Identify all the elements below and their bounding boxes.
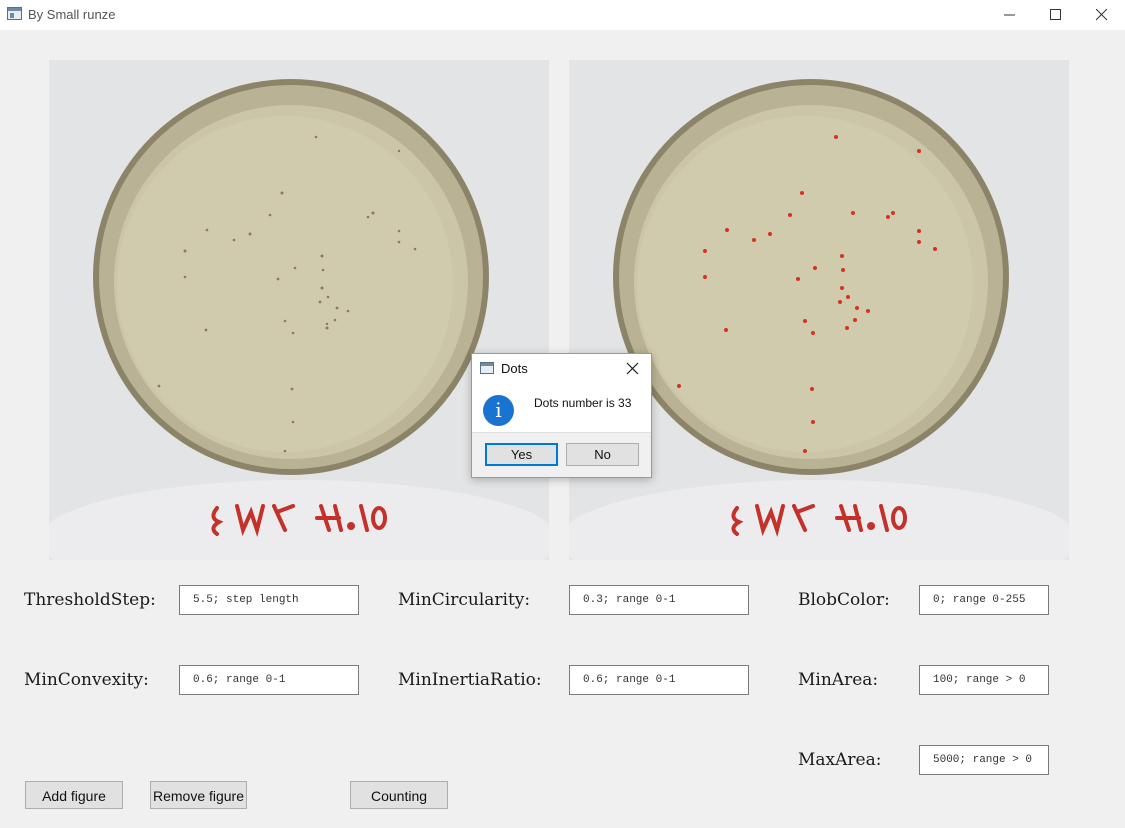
dialog-message: Dots number is 33 bbox=[534, 396, 632, 410]
dialog-title: Dots bbox=[501, 361, 528, 376]
threshold-step-label: ThresholdStep: bbox=[24, 590, 156, 610]
dialog-title-bar: Dots bbox=[472, 354, 651, 382]
min-convexity-field[interactable]: 0.6; range 0-1 bbox=[179, 665, 359, 695]
min-inertia-ratio-field[interactable]: 0.6; range 0-1 bbox=[569, 665, 749, 695]
minimize-icon bbox=[1004, 14, 1015, 16]
window-title: By Small runze bbox=[28, 7, 116, 22]
app-window-icon bbox=[7, 7, 22, 20]
processed-image bbox=[569, 60, 1069, 560]
threshold-step-field[interactable]: 5.5; step length bbox=[179, 585, 359, 615]
min-inertia-ratio-label: MinInertiaRatio: bbox=[398, 670, 542, 690]
original-image bbox=[49, 60, 549, 560]
add-figure-button[interactable]: Add figure bbox=[25, 781, 123, 809]
maximize-icon bbox=[1050, 9, 1061, 20]
remove-figure-button[interactable]: Remove figure bbox=[150, 781, 247, 809]
blob-color-field[interactable]: 0; range 0-255 bbox=[919, 585, 1049, 615]
close-icon bbox=[1096, 9, 1108, 21]
min-circularity-field[interactable]: 0.3; range 0-1 bbox=[569, 585, 749, 615]
dialog-close-button[interactable] bbox=[624, 360, 642, 378]
maximize-button[interactable] bbox=[1033, 0, 1079, 30]
counting-button[interactable]: Counting bbox=[350, 781, 448, 809]
no-button[interactable]: No bbox=[566, 443, 639, 466]
min-area-label: MinArea: bbox=[798, 670, 879, 690]
dialog-window-icon bbox=[480, 362, 494, 374]
min-convexity-label: MinConvexity: bbox=[24, 670, 149, 690]
min-area-field[interactable]: 100; range > 0 bbox=[919, 665, 1049, 695]
title-bar: By Small runze bbox=[0, 0, 1125, 30]
blob-color-label: BlobColor: bbox=[798, 590, 890, 610]
min-circularity-label: MinCircularity: bbox=[398, 590, 531, 610]
max-area-field[interactable]: 5000; range > 0 bbox=[919, 745, 1049, 775]
close-icon bbox=[626, 362, 639, 375]
close-button[interactable] bbox=[1079, 0, 1125, 30]
max-area-label: MaxArea: bbox=[798, 750, 882, 770]
yes-button[interactable]: Yes bbox=[485, 443, 558, 466]
dots-dialog: Dots i Dots number is 33 Yes No bbox=[471, 353, 652, 478]
dialog-body: i Dots number is 33 bbox=[472, 382, 651, 433]
minimize-button[interactable] bbox=[987, 0, 1033, 30]
info-icon: i bbox=[483, 395, 514, 426]
